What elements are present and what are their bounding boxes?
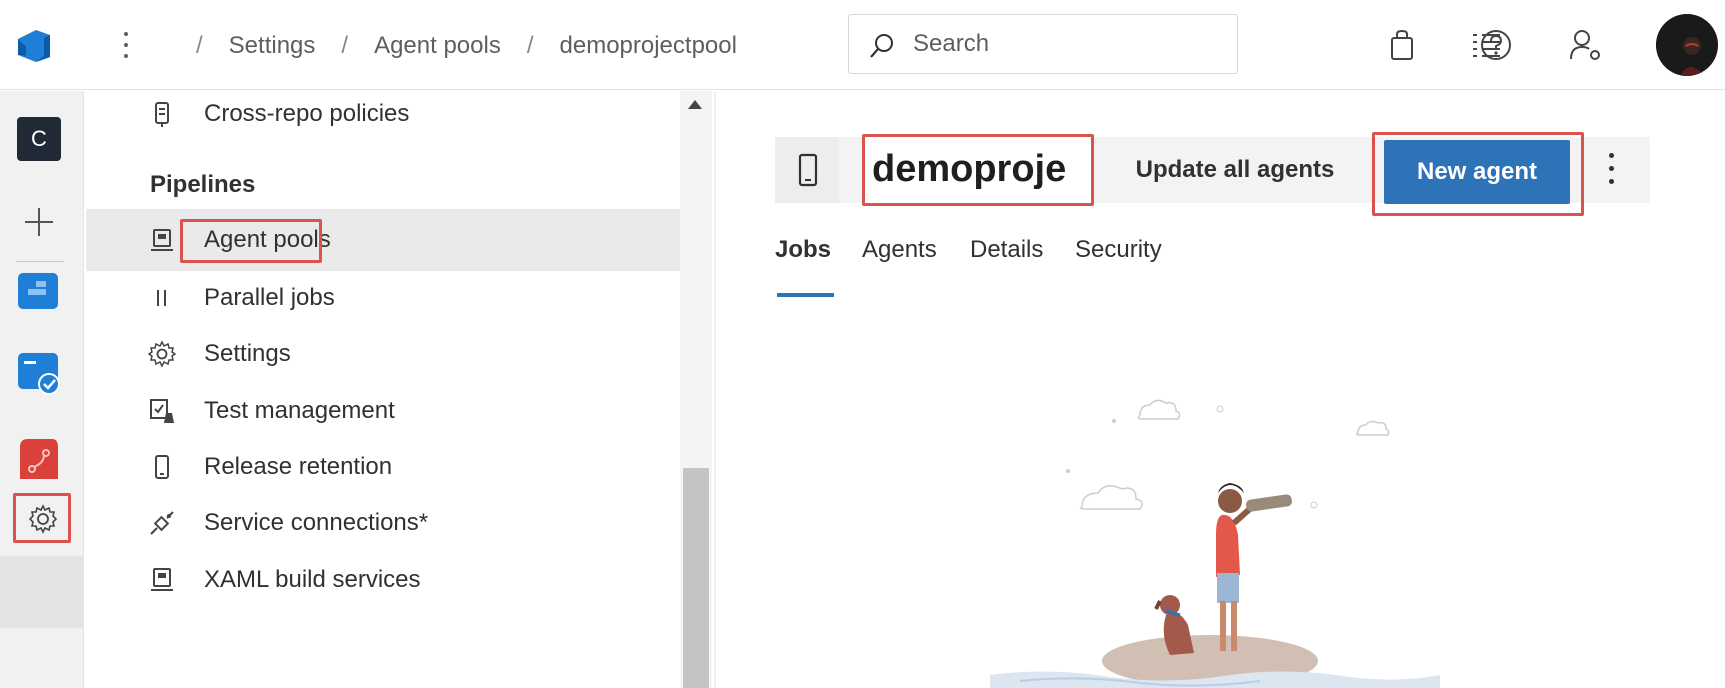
phone-icon [155, 455, 169, 479]
tab-security[interactable]: Security [1075, 236, 1162, 264]
tab-jobs[interactable]: Jobs [775, 236, 831, 264]
shopping-bag-icon[interactable] [1384, 27, 1420, 63]
sidebar-item-label: Release retention [204, 453, 393, 480]
build-icon [151, 568, 173, 591]
breadcrumb-demoprojectpool[interactable]: demoprojectpool [560, 32, 737, 60]
breadcrumb-agent-pools[interactable]: Agent pools [374, 32, 501, 60]
breadcrumb-separator: / [341, 32, 349, 59]
rail-settings-button[interactable] [13, 493, 71, 543]
avatar[interactable] [1656, 14, 1718, 76]
help-icon[interactable] [1478, 27, 1514, 63]
sidebar-item-label: Test management [204, 397, 395, 424]
sidebar-item-label: Cross-repo policies [204, 100, 410, 127]
sidebar-item-label: Parallel jobs [204, 284, 335, 311]
breadcrumb-settings[interactable]: Settings [229, 32, 316, 60]
breadcrumb-separator: / [196, 32, 203, 59]
organization-badge[interactable]: C [17, 117, 61, 161]
pool-name-field[interactable]: demoproje [872, 146, 1072, 192]
sidebar-item-test-management[interactable]: Test management [86, 380, 680, 442]
breadcrumb-separator: / [526, 32, 534, 59]
sidebar-item-release-retention[interactable]: Release retention [86, 436, 680, 498]
gear-icon [148, 340, 176, 368]
active-tab-indicator [777, 293, 834, 297]
rail-divider [16, 261, 64, 262]
sidebar-item-service-connections[interactable]: Service connections* [86, 492, 680, 554]
sidebar-item-label: Agent pools [204, 226, 331, 253]
rail-settings-selected-bg [0, 556, 84, 628]
settings-sidebar: Cross-repo policies Pipelines Agent pool… [86, 91, 680, 688]
pane-divider [714, 91, 716, 688]
azure-devops-logo-icon[interactable] [14, 26, 54, 66]
plug-icon [150, 511, 174, 535]
boards-icon[interactable] [14, 267, 62, 315]
scroll-up-arrow-icon[interactable] [688, 100, 702, 109]
pool-icon [775, 137, 839, 203]
sidebar-item-settings[interactable]: Settings [86, 323, 680, 385]
tab-agents[interactable]: Agents [862, 236, 937, 264]
phone-icon [798, 153, 818, 187]
parallel-icon [157, 290, 166, 306]
search-icon [870, 34, 893, 58]
sidebar-item-xaml-build-services[interactable]: XAML build services [86, 549, 680, 611]
sidebar-item-label: XAML build services [204, 566, 421, 593]
section-header-pipelines: Pipelines [150, 171, 256, 198]
gear-icon [28, 504, 58, 534]
top-bar: / Settings / Agent pools / demoprojectpo… [0, 0, 1725, 90]
scrollbar-thumb[interactable] [683, 468, 709, 688]
empty-state-illustration [990, 399, 1440, 688]
artifacts-icon[interactable] [14, 435, 62, 483]
more-options-icon[interactable] [1596, 147, 1626, 193]
left-rail: C [0, 91, 84, 688]
new-agent-button[interactable]: New agent [1384, 140, 1570, 204]
add-icon[interactable] [20, 203, 58, 241]
sidebar-item-parallel-jobs[interactable]: Parallel jobs [86, 267, 680, 329]
user-settings-icon[interactable] [1568, 27, 1604, 63]
test-management-icon [150, 399, 174, 423]
sidebar-item-label: Service connections* [204, 509, 429, 536]
sidebar-item-label: Settings [204, 340, 291, 367]
tab-details[interactable]: Details [970, 236, 1043, 264]
breadcrumb: / Settings / Agent pools / demoprojectpo… [170, 28, 737, 64]
agent-pool-icon [151, 229, 173, 251]
search-input[interactable] [911, 25, 1221, 63]
more-actions-icon[interactable] [118, 28, 134, 62]
sidebar-item-cross-repo-policies[interactable]: Cross-repo policies [86, 83, 680, 145]
search-box[interactable] [848, 14, 1238, 74]
policy-icon [155, 102, 169, 127]
sidebar-item-agent-pools[interactable]: Agent pools [86, 209, 680, 271]
update-all-agents-button[interactable]: Update all agents [1104, 137, 1366, 203]
test-plans-icon[interactable] [14, 349, 62, 397]
